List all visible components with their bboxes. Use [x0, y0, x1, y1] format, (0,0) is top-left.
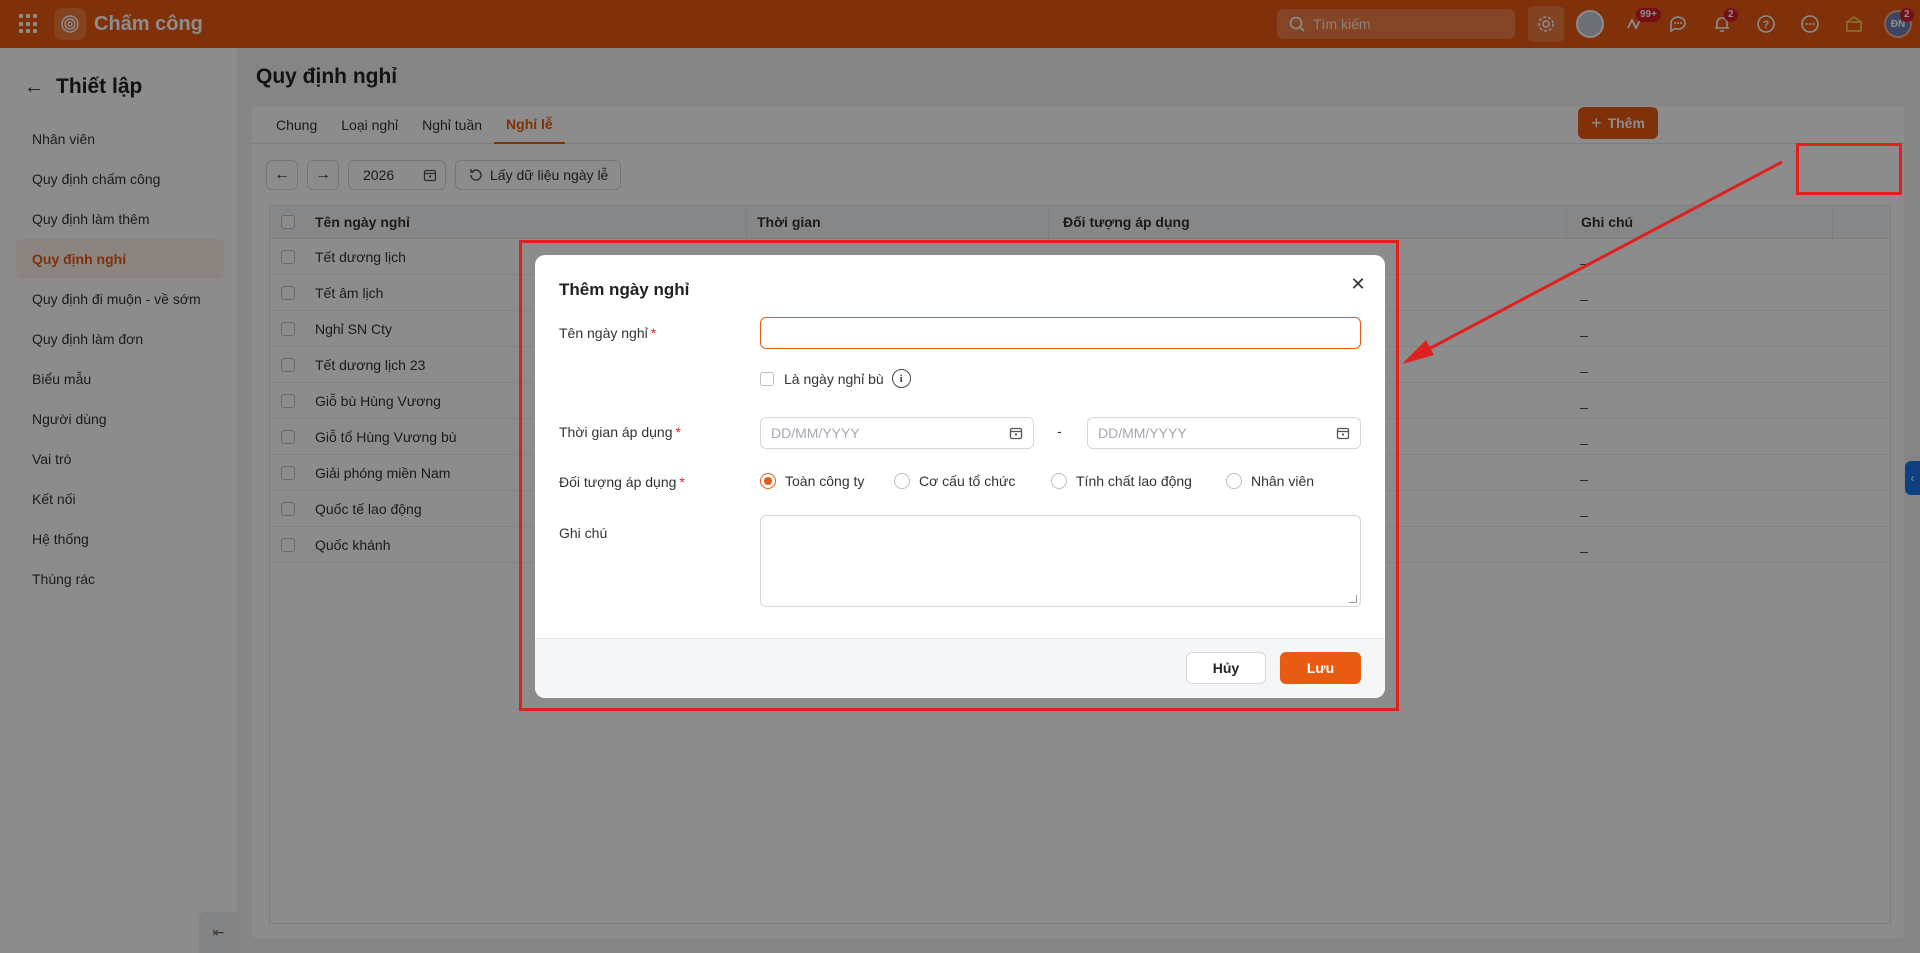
date-separator: - — [1057, 423, 1062, 439]
resize-handle[interactable] — [1349, 595, 1357, 603]
add-button-highlight — [1796, 143, 1902, 195]
radio-circle[interactable] — [894, 473, 910, 489]
radio-labor-type[interactable]: Tính chất lao động — [1051, 473, 1226, 489]
compensatory-label: Là ngày nghỉ bù — [784, 370, 884, 387]
compensatory-checkbox[interactable] — [760, 371, 774, 386]
cancel-button[interactable]: Hủy — [1186, 652, 1266, 684]
target-radio-group: Toàn công ty Cơ cấu tổ chức Tính chất la… — [760, 473, 1314, 489]
start-date-placeholder: DD/MM/YYYY — [771, 425, 860, 441]
calendar-icon — [1336, 427, 1350, 440]
radio-circle[interactable] — [1051, 473, 1067, 489]
note-textarea[interactable] — [760, 515, 1361, 607]
apply-target-label: Đối tượng áp dụng * — [559, 474, 685, 490]
save-button[interactable]: Lưu — [1280, 652, 1361, 684]
add-holiday-modal: Thêm ngày nghỉ ✕ Tên ngày nghỉ * Là ngày … — [535, 255, 1385, 698]
required-mark: * — [650, 325, 657, 341]
end-date-input[interactable]: DD/MM/YYYY — [1087, 417, 1361, 449]
info-icon[interactable]: i — [891, 369, 911, 388]
start-date-input[interactable]: DD/MM/YYYY — [760, 417, 1034, 449]
radio-org-structure[interactable]: Cơ cấu tổ chức — [894, 473, 1051, 489]
compensatory-checkbox-row[interactable]: Là ngày nghỉ bù i — [760, 369, 911, 388]
end-date-placeholder: DD/MM/YYYY — [1098, 425, 1187, 441]
radio-employee[interactable]: Nhân viên — [1226, 473, 1314, 489]
close-icon[interactable]: ✕ — [1348, 274, 1368, 294]
modal-footer: Hủy Lưu — [535, 638, 1385, 698]
radio-circle[interactable] — [760, 473, 776, 489]
annotation-arrow — [1402, 160, 1783, 364]
radio-whole-company[interactable]: Toàn công ty — [760, 473, 894, 489]
radio-circle[interactable] — [1226, 473, 1242, 489]
required-mark: * — [679, 474, 685, 490]
required-mark: * — [675, 424, 681, 440]
calendar-icon — [1009, 427, 1023, 440]
modal-title: Thêm ngày nghỉ — [559, 280, 690, 299]
holiday-name-label: Tên ngày nghỉ * — [559, 325, 657, 341]
holiday-name-input[interactable] — [760, 317, 1361, 349]
note-label: Ghi chú — [559, 525, 608, 541]
apply-time-label: Thời gian áp dụng * — [559, 424, 681, 440]
